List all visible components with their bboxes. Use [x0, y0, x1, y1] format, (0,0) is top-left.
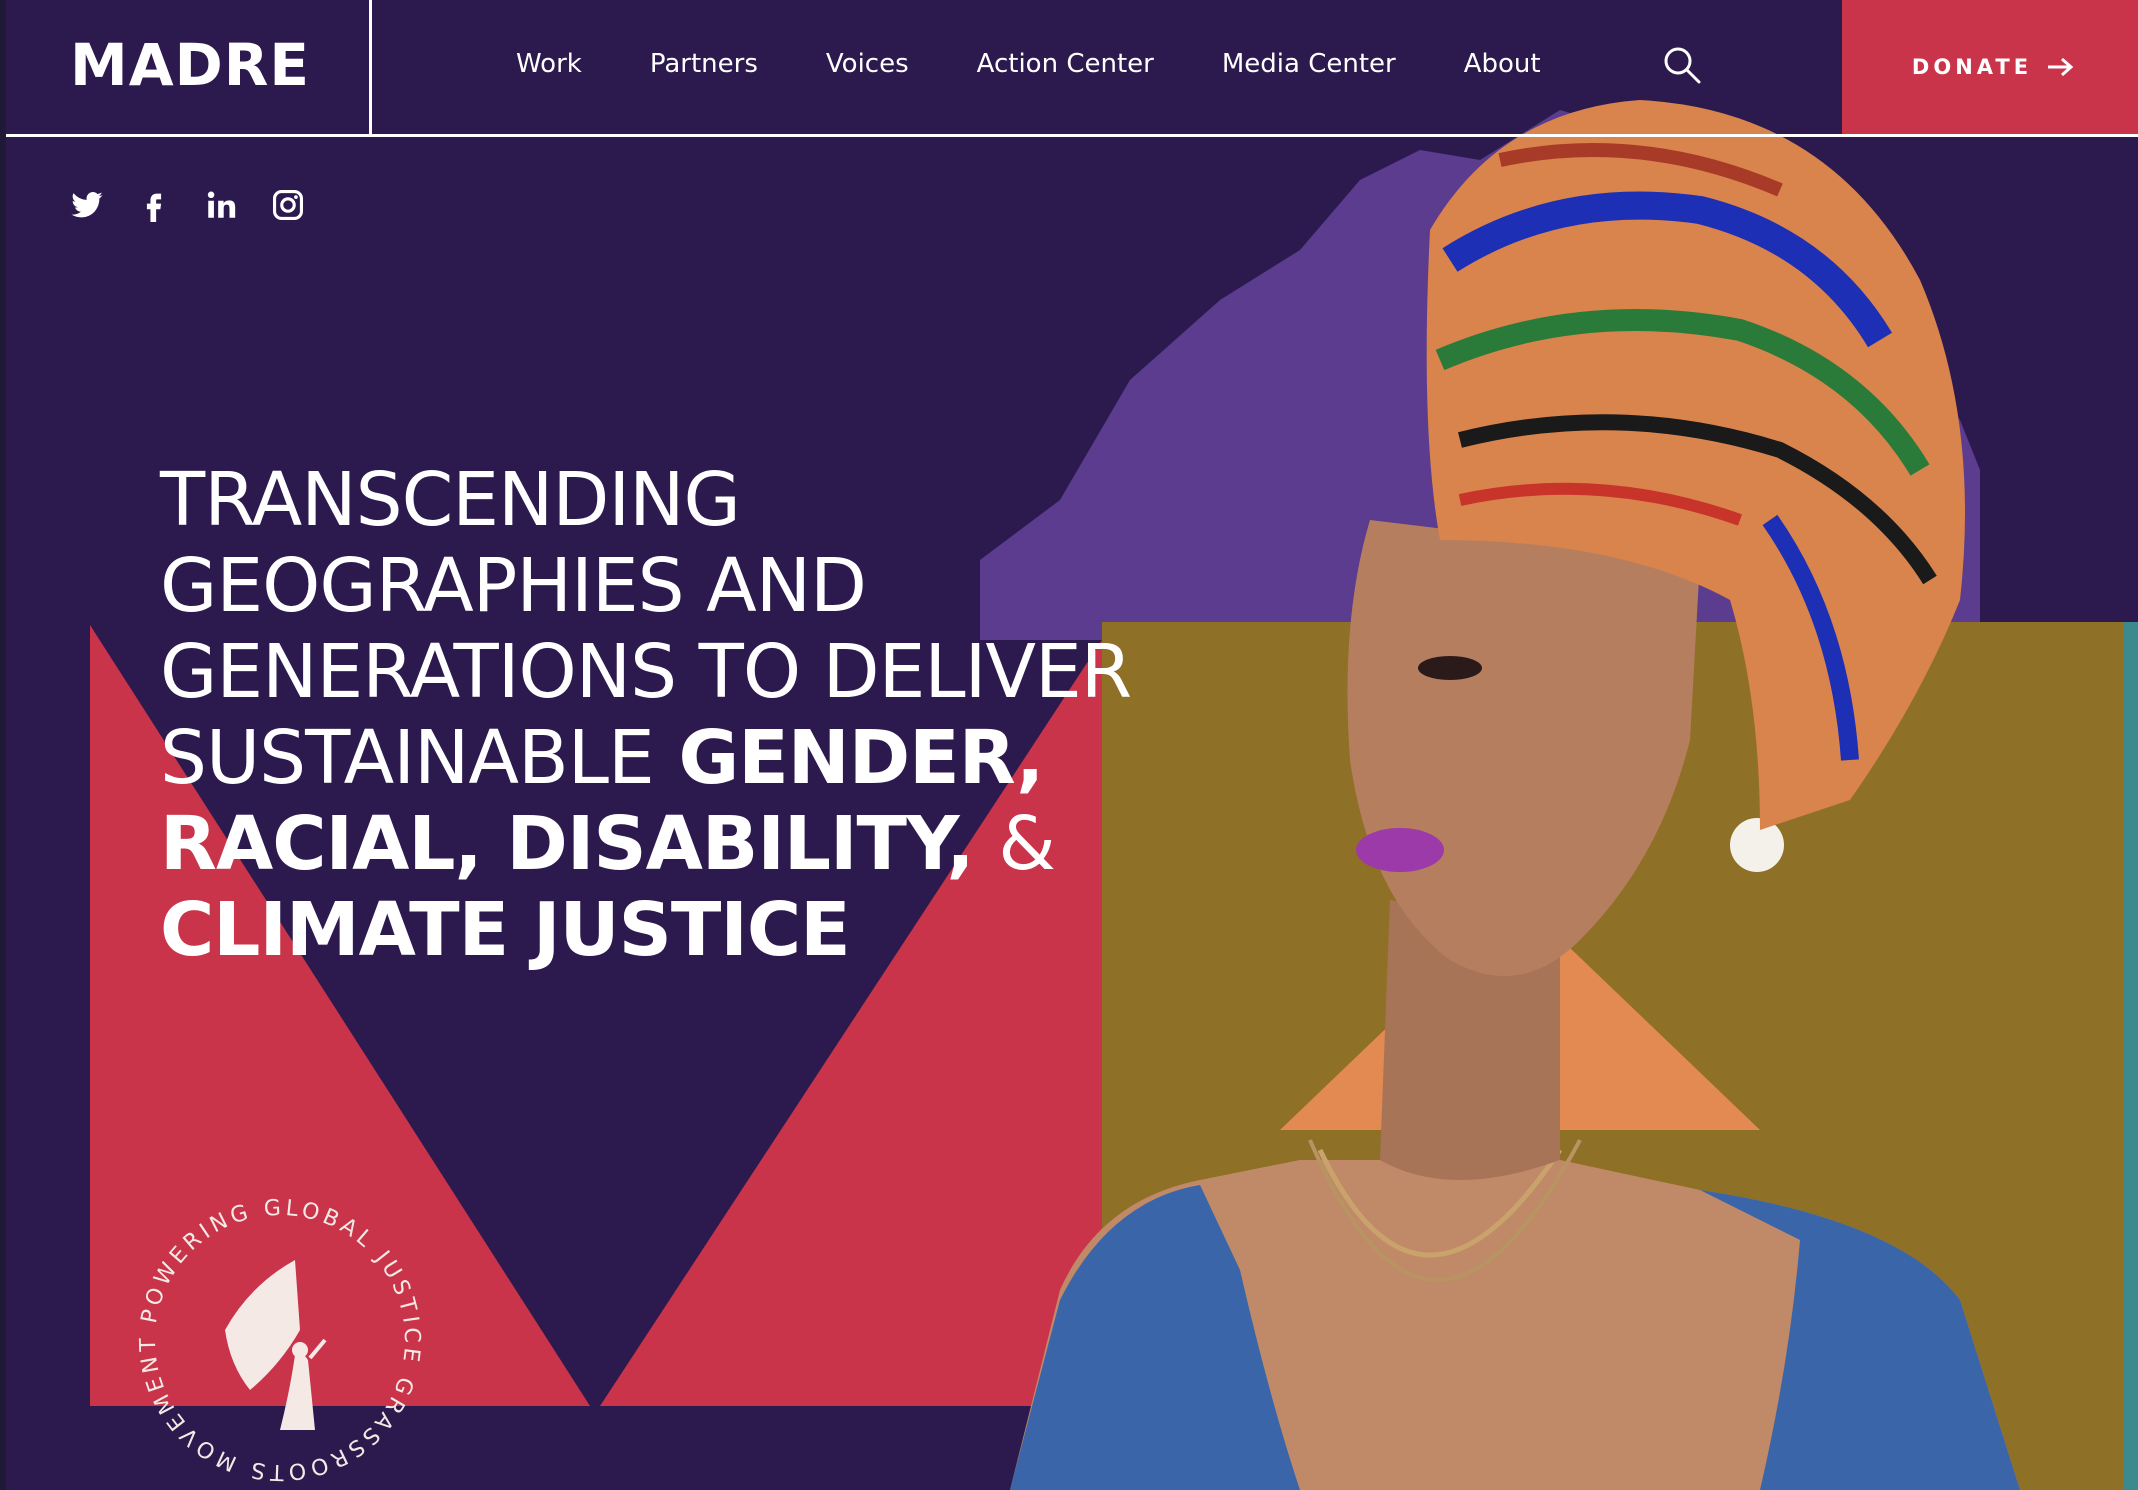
donate-button[interactable]: DONATE [1842, 0, 2138, 134]
nav-item-voices[interactable]: Voices [826, 49, 909, 79]
search-icon[interactable] [1661, 44, 1703, 86]
teal-strip [2124, 622, 2138, 1490]
logo[interactable]: MADRE [70, 30, 310, 100]
hero-headline: TRANSCENDING GEOGRAPHIES AND GENERATIONS… [160, 457, 1160, 973]
logo-divider [369, 0, 372, 134]
headline-bold-climate: CLIMATE JUSTICE [160, 886, 851, 973]
page: MADRE Work Partners Voices Action Center… [0, 0, 2138, 1490]
seal-emblem: POWERING GLOBAL JUSTICE GRASSROOTS MOVEM… [130, 1190, 420, 1484]
site-header: MADRE Work Partners Voices Action Center… [6, 0, 2138, 137]
headline-ampersand: & [998, 800, 1056, 887]
nav-item-media-center[interactable]: Media Center [1222, 49, 1396, 79]
flag-figure-icon [225, 1260, 327, 1430]
nav-item-work[interactable]: Work [516, 49, 582, 79]
main-nav: Work Partners Voices Action Center Media… [516, 38, 1609, 90]
headline-bold-gender: GENDER, [678, 714, 1045, 801]
nav-item-partners[interactable]: Partners [650, 49, 758, 79]
nav-item-action-center[interactable]: Action Center [977, 49, 1154, 79]
nav-item-about[interactable]: About [1464, 49, 1541, 79]
headline-bold-racial: RACIAL, DISABILITY, [160, 800, 974, 887]
donate-label: DONATE [1911, 55, 2033, 79]
arrow-right-icon [2048, 57, 2074, 77]
